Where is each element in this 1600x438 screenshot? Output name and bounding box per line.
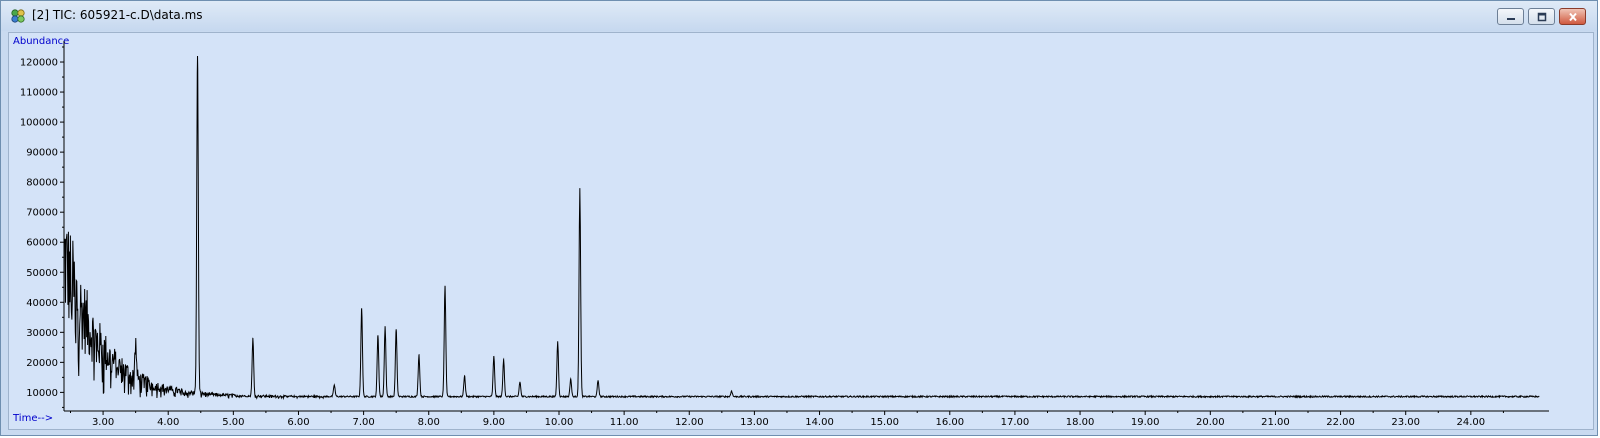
x-tick-label: 15.00 (870, 417, 899, 428)
x-tick-label: 10.00 (545, 417, 574, 428)
close-button[interactable] (1559, 8, 1586, 25)
x-tick-label: 4.00 (157, 417, 179, 428)
x-tick-label: 12.00 (675, 417, 704, 428)
y-tick-label: 30000 (26, 328, 58, 339)
y-tick-label: 80000 (26, 178, 58, 189)
chromatogram-window: [2] TIC: 605921-c.D\data.ms Abundance Ti… (0, 0, 1598, 436)
x-tick-label: 3.00 (92, 417, 114, 428)
x-tick-label: 21.00 (1261, 417, 1290, 428)
x-tick-label: 22.00 (1326, 417, 1355, 428)
x-tick-label: 8.00 (418, 417, 440, 428)
y-tick-label: 70000 (26, 208, 58, 219)
x-axis-label: Time--> (12, 413, 53, 424)
minimize-button[interactable] (1497, 8, 1524, 25)
y-tick-label: 50000 (26, 268, 58, 279)
x-tick-label: 17.00 (1001, 417, 1030, 428)
restore-icon (1537, 12, 1546, 21)
x-tick-label: 9.00 (483, 417, 505, 428)
close-icon (1568, 12, 1577, 21)
y-tick-label: 20000 (26, 358, 58, 369)
x-tick-label: 16.00 (935, 417, 964, 428)
tic-chart: Abundance Time--> 10000 20000 30000 40000 50… (12, 36, 1549, 428)
x-tick-label: 11.00 (610, 417, 639, 428)
x-tick-label: 13.00 (740, 417, 769, 428)
y-axis-label: Abundance (13, 36, 69, 47)
chromatogram-plot-area[interactable]: Abundance Time--> 10000 20000 30000 40000 50… (8, 32, 1594, 430)
y-tick-label: 110000 (20, 88, 58, 99)
x-tick-label: 24.00 (1457, 417, 1486, 428)
x-tick-label: 19.00 (1131, 417, 1160, 428)
x-tick-label: 20.00 (1196, 417, 1225, 428)
y-tick-label: 90000 (26, 148, 58, 159)
x-tick-label: 18.00 (1066, 417, 1095, 428)
y-tick-label: 10000 (26, 388, 58, 399)
window-title: [2] TIC: 605921-c.D\data.ms (32, 8, 203, 22)
minimize-icon (1506, 17, 1515, 20)
x-tick-label: 7.00 (352, 417, 374, 428)
y-tick-label: 60000 (26, 238, 58, 249)
title-bar[interactable]: [2] TIC: 605921-c.D\data.ms (1, 1, 1597, 31)
restore-button[interactable] (1528, 8, 1555, 25)
x-tick-label: 6.00 (287, 417, 309, 428)
chromatogram-app-icon (11, 9, 25, 23)
y-tick-label: 120000 (20, 58, 58, 69)
tic-trace-line (63, 56, 1540, 401)
x-tick-label: 5.00 (222, 417, 244, 428)
x-tick-label: 23.00 (1391, 417, 1420, 428)
y-tick-label: 100000 (20, 118, 58, 129)
y-tick-label: 40000 (26, 298, 58, 309)
x-tick-label: 14.00 (805, 417, 834, 428)
